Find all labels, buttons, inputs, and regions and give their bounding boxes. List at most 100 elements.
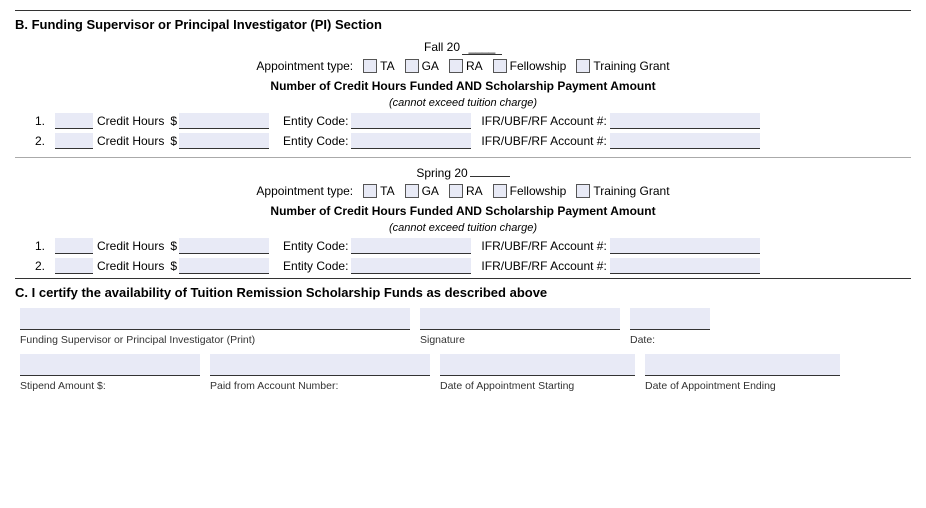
fall-row1-credit-label: Credit Hours bbox=[97, 114, 164, 128]
fall-row1-ifr-group: IFR/UBF/RF Account #: bbox=[481, 113, 759, 129]
fall-row1-dollar-input[interactable] bbox=[179, 113, 269, 129]
spring-row2-ifr-input[interactable] bbox=[610, 258, 760, 274]
spring-row1-dollar-input[interactable] bbox=[179, 238, 269, 254]
fall-row1-ifr-input[interactable] bbox=[610, 113, 760, 129]
fall-row2-entity-label: Entity Code: bbox=[283, 134, 348, 148]
fall-row1-credit-hours-input[interactable] bbox=[55, 113, 93, 129]
date-end-input[interactable] bbox=[645, 354, 840, 376]
fall-fellowship-checkbox-item[interactable]: Fellowship bbox=[493, 59, 567, 73]
spring-ra-label: RA bbox=[466, 184, 483, 198]
stipend-label: Stipend Amount $: bbox=[20, 380, 106, 392]
fall-training-grant-checkbox-item[interactable]: Training Grant bbox=[576, 59, 669, 73]
fall-row1-dollar: $ bbox=[170, 114, 177, 128]
pi-print-input[interactable] bbox=[20, 308, 410, 330]
fall-credit-sub: (cannot exceed tuition charge) bbox=[15, 97, 911, 109]
spring-row2-ifr-label: IFR/UBF/RF Account #: bbox=[481, 259, 606, 273]
spring-ta-checkbox[interactable] bbox=[363, 184, 377, 198]
spring-row1-num: 1. bbox=[35, 239, 55, 253]
fall-row2-dollar-input[interactable] bbox=[179, 133, 269, 149]
fall-ra-checkbox-item[interactable]: RA bbox=[449, 59, 483, 73]
spring-row2-ifr-group: IFR/UBF/RF Account #: bbox=[481, 258, 759, 274]
spring-row1-entity-input[interactable] bbox=[351, 238, 471, 254]
spring-fellowship-checkbox-item[interactable]: Fellowship bbox=[493, 184, 567, 198]
fall-row2-ifr-group: IFR/UBF/RF Account #: bbox=[481, 133, 759, 149]
fall-ra-checkbox[interactable] bbox=[449, 59, 463, 73]
spring-row2-entity-group: Entity Code: bbox=[283, 258, 471, 274]
spring-row2-entity-label: Entity Code: bbox=[283, 259, 348, 273]
spring-training-grant-checkbox[interactable] bbox=[576, 184, 590, 198]
signature-group: Signature bbox=[420, 308, 620, 346]
spring-training-grant-label: Training Grant bbox=[593, 184, 669, 198]
fall-training-grant-checkbox[interactable] bbox=[576, 59, 590, 73]
fall-credit-heading: Number of Credit Hours Funded AND Schola… bbox=[15, 79, 911, 93]
spring-ga-label: GA bbox=[422, 184, 439, 198]
spring-fellowship-label: Fellowship bbox=[510, 184, 567, 198]
fall-row2-credit-label: Credit Hours bbox=[97, 134, 164, 148]
date-start-group: Date of Appointment Starting bbox=[440, 354, 635, 392]
spring-credit-row-1: 1. Credit Hours $ Entity Code: IFR/UBF/R… bbox=[15, 238, 911, 254]
paid-account-label: Paid from Account Number: bbox=[210, 380, 338, 392]
fall-ga-checkbox[interactable] bbox=[405, 59, 419, 73]
date-start-label: Date of Appointment Starting bbox=[440, 380, 574, 392]
fall-ta-checkbox[interactable] bbox=[363, 59, 377, 73]
spring-row1-entity-label: Entity Code: bbox=[283, 239, 348, 253]
fall-credit-row-1: 1. Credit Hours $ Entity Code: IFR/UBF/R… bbox=[15, 113, 911, 129]
date-end-group: Date of Appointment Ending bbox=[645, 354, 840, 392]
date-input[interactable] bbox=[630, 308, 710, 330]
spring-row2-credit-hours-input[interactable] bbox=[55, 258, 93, 274]
spring-training-grant-checkbox-item[interactable]: Training Grant bbox=[576, 184, 669, 198]
spring-ra-checkbox-item[interactable]: RA bbox=[449, 184, 483, 198]
signature-input[interactable] bbox=[420, 308, 620, 330]
spring-ta-checkbox-item[interactable]: TA bbox=[363, 184, 394, 198]
spring-credit-row-2: 2. Credit Hours $ Entity Code: IFR/UBF/R… bbox=[15, 258, 911, 274]
signature-label: Signature bbox=[420, 334, 465, 346]
spring-label: Spring 20 bbox=[416, 166, 467, 180]
spring-ga-checkbox-item[interactable]: GA bbox=[405, 184, 439, 198]
paid-account-group: Paid from Account Number: bbox=[210, 354, 430, 392]
spring-row1-ifr-input[interactable] bbox=[610, 238, 760, 254]
spring-ta-label: TA bbox=[380, 184, 394, 198]
spring-row2-dollar-input[interactable] bbox=[179, 258, 269, 274]
fall-row1-ifr-label: IFR/UBF/RF Account #: bbox=[481, 114, 606, 128]
spring-appointment-row: Appointment type: TA GA RA Fellowship Tr… bbox=[15, 184, 911, 198]
fall-row1-num: 1. bbox=[35, 114, 55, 128]
fall-credit-row-2: 2. Credit Hours $ Entity Code: IFR/UBF/R… bbox=[15, 133, 911, 149]
fall-ga-label: GA bbox=[422, 59, 439, 73]
fall-ga-checkbox-item[interactable]: GA bbox=[405, 59, 439, 73]
fall-fellowship-checkbox[interactable] bbox=[493, 59, 507, 73]
fall-row2-entity-input[interactable] bbox=[351, 133, 471, 149]
spring-row1-credit-label: Credit Hours bbox=[97, 239, 164, 253]
spring-row2-entity-input[interactable] bbox=[351, 258, 471, 274]
fall-ra-label: RA bbox=[466, 59, 483, 73]
fall-ta-checkbox-item[interactable]: TA bbox=[363, 59, 394, 73]
spring-fellowship-checkbox[interactable] bbox=[493, 184, 507, 198]
fall-ta-label: TA bbox=[380, 59, 394, 73]
fall-row2-ifr-input[interactable] bbox=[610, 133, 760, 149]
stipend-input[interactable] bbox=[20, 354, 200, 376]
fall-row2-credit-hours-input[interactable] bbox=[55, 133, 93, 149]
pi-print-group: Funding Supervisor or Principal Investig… bbox=[20, 308, 410, 346]
section-c-header: C. I certify the availability of Tuition… bbox=[15, 278, 911, 300]
spring-credit-sub: (cannot exceed tuition charge) bbox=[15, 222, 911, 234]
spring-row2-num: 2. bbox=[35, 259, 55, 273]
spring-row2-credit-label: Credit Hours bbox=[97, 259, 164, 273]
spring-appointment-label: Appointment type: bbox=[256, 184, 353, 198]
spring-ra-checkbox[interactable] bbox=[449, 184, 463, 198]
fall-row1-entity-input[interactable] bbox=[351, 113, 471, 129]
fall-row1-entity-label: Entity Code: bbox=[283, 114, 348, 128]
spring-row1-credit-hours-input[interactable] bbox=[55, 238, 93, 254]
spring-credit-heading: Number of Credit Hours Funded AND Schola… bbox=[15, 204, 911, 218]
section-b-header: B. Funding Supervisor or Principal Inves… bbox=[15, 10, 911, 32]
fall-spring-divider bbox=[15, 157, 911, 158]
fall-label: Fall 20 bbox=[424, 40, 460, 54]
date-start-input[interactable] bbox=[440, 354, 635, 376]
fall-fellowship-label: Fellowship bbox=[510, 59, 567, 73]
date-label: Date: bbox=[630, 334, 655, 346]
fall-appointment-row: Appointment type: TA GA RA Fellowship Tr… bbox=[15, 59, 911, 73]
paid-account-input[interactable] bbox=[210, 354, 430, 376]
fall-training-grant-label: Training Grant bbox=[593, 59, 669, 73]
fall-appointment-label: Appointment type: bbox=[256, 59, 353, 73]
signature-row: Funding Supervisor or Principal Investig… bbox=[15, 308, 911, 346]
fall-row2-ifr-label: IFR/UBF/RF Account #: bbox=[481, 134, 606, 148]
spring-ga-checkbox[interactable] bbox=[405, 184, 419, 198]
